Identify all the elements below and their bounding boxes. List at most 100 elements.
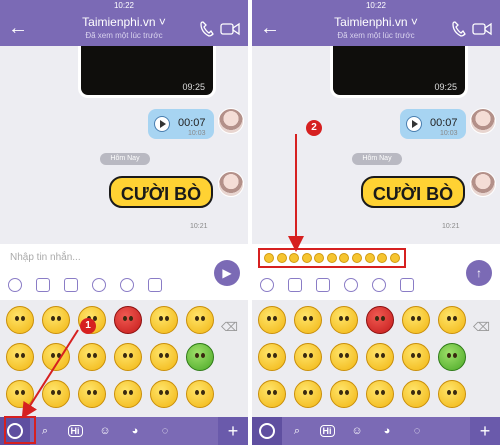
emoji-item[interactable] [114, 306, 142, 334]
emoji-item[interactable] [438, 343, 466, 371]
add-sticker-button[interactable]: + [470, 417, 500, 445]
emoji-item[interactable] [402, 343, 430, 371]
emoji-item[interactable] [258, 343, 286, 371]
sticker-pack-tab[interactable]: ☺ [342, 417, 372, 445]
hi-tab[interactable]: Hi [312, 417, 342, 445]
more-icon[interactable] [148, 278, 162, 292]
emoji-item[interactable] [78, 343, 106, 371]
emoji-item[interactable] [258, 380, 286, 408]
sticker-message[interactable]: CƯỜI BÒ [360, 173, 466, 211]
gif-icon[interactable] [92, 278, 106, 292]
add-sticker-button[interactable]: + [218, 417, 248, 445]
emoji-suggestion[interactable] [351, 253, 362, 263]
avatar [470, 108, 496, 134]
backspace-icon[interactable]: ⌫ [221, 320, 238, 334]
sticker-pack-tab[interactable]: ◕ [372, 417, 402, 445]
video-call-icon[interactable] [220, 22, 240, 36]
hi-tab[interactable]: Hi [60, 417, 90, 445]
phone-call-icon[interactable] [200, 21, 214, 37]
emoji-item[interactable] [186, 380, 214, 408]
emoji-item[interactable] [42, 380, 70, 408]
emoji-item[interactable] [114, 380, 142, 408]
emoji-item[interactable] [294, 306, 322, 334]
avatar [218, 108, 244, 134]
emoji-item[interactable] [150, 306, 178, 334]
voice-timestamp: 10:03 [188, 130, 206, 137]
emoji-item[interactable] [366, 343, 394, 371]
sticker-pack-tab[interactable]: ◌ [150, 417, 180, 445]
emoji-icon[interactable] [8, 278, 22, 292]
emoji-item[interactable] [366, 306, 394, 334]
gif-icon[interactable] [344, 278, 358, 292]
emoji-suggestion[interactable] [326, 253, 337, 263]
emoji-item[interactable] [42, 343, 70, 371]
emoji-item[interactable] [150, 380, 178, 408]
video-duration: 09:25 [182, 82, 205, 92]
emoji-item[interactable] [6, 343, 34, 371]
bottom-bar: ⌕ Hi ☺ ◕ ◌ + [252, 417, 500, 445]
play-icon[interactable] [154, 116, 170, 132]
emoji-item[interactable] [186, 343, 214, 371]
emoji-suggestion[interactable] [314, 253, 325, 263]
video-message[interactable]: 09:25 [330, 46, 468, 98]
emoji-item[interactable] [114, 343, 142, 371]
emoji-item[interactable] [6, 380, 34, 408]
doodle-icon[interactable] [372, 278, 386, 292]
emoji-item[interactable] [366, 380, 394, 408]
voice-send-button[interactable]: ▶ [214, 260, 240, 286]
sticker-icon[interactable] [288, 278, 302, 292]
emoji-item[interactable] [258, 306, 286, 334]
emoji-item[interactable] [330, 343, 358, 371]
send-button[interactable]: ↑ [466, 260, 492, 286]
left-screen: 10:22 ← Taimienphi.vn ˅ Đã xem một lúc t… [0, 0, 248, 445]
right-screen: 10:22 ← Taimienphi.vn ˅ Đã xem một lúc t… [252, 0, 500, 445]
camera-icon[interactable] [316, 278, 330, 292]
camera-icon[interactable] [64, 278, 78, 292]
emoji-suggestion[interactable] [276, 253, 287, 263]
emoji-panel: ⌫ [0, 300, 248, 417]
phone-call-icon[interactable] [452, 21, 466, 37]
composer-tools [260, 278, 414, 292]
sticker-pack-tab[interactable]: ◌ [402, 417, 432, 445]
emoji-item[interactable] [330, 306, 358, 334]
sticker-icon[interactable] [36, 278, 50, 292]
emoji-panel: ⌫ [252, 300, 500, 417]
play-icon[interactable] [406, 116, 422, 132]
sticker-pack-tab[interactable]: ☺ [90, 417, 120, 445]
emoji-item[interactable] [330, 380, 358, 408]
emoji-suggestion[interactable] [364, 253, 375, 263]
backspace-icon[interactable]: ⌫ [473, 320, 490, 334]
voice-duration: 00:07 [178, 117, 206, 129]
emoji-item[interactable] [294, 343, 322, 371]
sticker-message[interactable]: CƯỜI BÒ [108, 173, 214, 211]
emoji-item[interactable] [294, 380, 322, 408]
step-marker-1: 1 [80, 318, 96, 334]
emoji-item[interactable] [402, 380, 430, 408]
sticker-pack-tab[interactable]: ◕ [120, 417, 150, 445]
doodle-icon[interactable] [120, 278, 134, 292]
emoji-item[interactable] [150, 343, 178, 371]
search-tab[interactable]: ⌕ [282, 417, 312, 445]
emoji-item[interactable] [438, 380, 466, 408]
emoji-item[interactable] [78, 380, 106, 408]
emoji-suggestion[interactable] [264, 253, 275, 263]
emoji-suggestion[interactable] [377, 253, 388, 263]
emoji-item[interactable] [438, 306, 466, 334]
video-duration: 09:25 [434, 82, 457, 92]
emoji-suggestion[interactable] [339, 253, 350, 263]
emoji-suggestion[interactable] [301, 253, 312, 263]
emoji-item[interactable] [6, 306, 34, 334]
emoji-item[interactable] [186, 306, 214, 334]
more-icon[interactable] [400, 278, 414, 292]
emoji-item[interactable] [42, 306, 70, 334]
emoji-suggestion[interactable] [389, 253, 400, 263]
video-call-icon[interactable] [472, 22, 492, 36]
video-message[interactable]: 09:25 [78, 46, 216, 98]
emoji-item[interactable] [402, 306, 430, 334]
date-separator: Hôm Nay [352, 153, 402, 165]
emoji-tab[interactable] [252, 417, 282, 445]
emoji-suggestion[interactable] [289, 253, 300, 263]
chat-area: 09:25 00:07 10:03 Hôm Nay CƯỜI BÒ 10:21 [252, 46, 500, 244]
emoji-icon[interactable] [260, 278, 274, 292]
message-input[interactable]: Nhập tin nhắn... [10, 252, 81, 263]
